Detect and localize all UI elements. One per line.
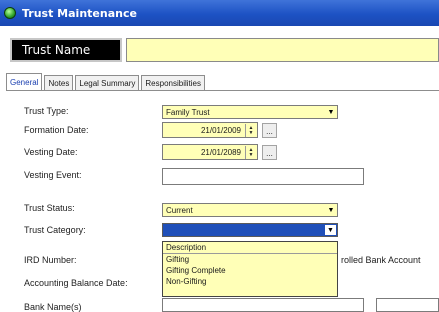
accounting-balance-date-label: Accounting Balance Date: bbox=[24, 278, 128, 288]
vesting-date-spinner[interactable]: ▲ ▼ bbox=[245, 146, 256, 159]
trust-type-select[interactable]: Family Trust ▼ bbox=[162, 105, 338, 119]
chevron-down-icon[interactable]: ▼ bbox=[325, 225, 336, 235]
tab-notes[interactable]: Notes bbox=[44, 75, 74, 90]
trust-status-label: Trust Status: bbox=[24, 203, 75, 213]
tab-responsibilities[interactable]: Responsibilities bbox=[141, 75, 205, 90]
vesting-date-label: Vesting Date: bbox=[24, 147, 78, 157]
formation-date-value: 21/01/2009 bbox=[200, 125, 241, 135]
trust-name-input[interactable] bbox=[126, 38, 439, 62]
tab-general[interactable]: General bbox=[6, 73, 43, 90]
trust-category-dropdown: Description Gifting Gifting Complete Non… bbox=[162, 241, 338, 297]
dropdown-option[interactable]: Non-Gifting bbox=[163, 276, 337, 287]
formation-date-picker-button[interactable]: ... bbox=[262, 123, 277, 138]
bank-names-input[interactable] bbox=[162, 298, 364, 312]
window-title: Trust Maintenance bbox=[22, 6, 137, 20]
ird-number-label: IRD Number: bbox=[24, 255, 77, 265]
formation-date-label: Formation Date: bbox=[24, 125, 89, 135]
trust-status-value: Current bbox=[166, 205, 193, 215]
spin-down-icon[interactable]: ▼ bbox=[249, 130, 254, 136]
controlled-bank-account-label: rolled Bank Account bbox=[341, 255, 421, 265]
trust-app-icon bbox=[4, 7, 16, 19]
dropdown-option[interactable]: Gifting Complete bbox=[163, 265, 337, 276]
trust-type-label: Trust Type: bbox=[24, 106, 69, 116]
formation-date-field[interactable]: 21/01/2009 ▲ ▼ bbox=[162, 122, 258, 138]
spin-down-icon[interactable]: ▼ bbox=[249, 152, 254, 158]
vesting-date-picker-button[interactable]: ... bbox=[262, 145, 277, 160]
tab-legal-summary[interactable]: Legal Summary bbox=[75, 75, 140, 90]
bank-names-secondary-input[interactable] bbox=[376, 298, 439, 312]
vesting-date-value: 21/01/2089 bbox=[200, 147, 241, 157]
chevron-down-icon[interactable]: ▼ bbox=[325, 204, 337, 216]
formation-date-spinner[interactable]: ▲ ▼ bbox=[245, 124, 256, 137]
trust-category-label: Trust Category: bbox=[24, 225, 86, 235]
tab-divider bbox=[6, 90, 439, 91]
dropdown-option[interactable]: Description bbox=[163, 242, 337, 254]
vesting-event-label: Vesting Event: bbox=[24, 170, 82, 180]
vesting-date-field[interactable]: 21/01/2089 ▲ ▼ bbox=[162, 144, 258, 160]
vesting-event-input[interactable] bbox=[162, 168, 364, 185]
trust-name-label: Trust Name bbox=[10, 38, 122, 62]
trust-category-select[interactable]: ▼ bbox=[162, 223, 338, 237]
trust-name-row: Trust Name bbox=[10, 38, 439, 62]
trust-type-value: Family Trust bbox=[166, 107, 210, 117]
tab-strip: General Notes Legal Summary Responsibili… bbox=[6, 73, 207, 90]
window-titlebar: Trust Maintenance bbox=[0, 0, 439, 26]
trust-status-select[interactable]: Current ▼ bbox=[162, 203, 338, 217]
chevron-down-icon[interactable]: ▼ bbox=[325, 106, 337, 118]
dropdown-option[interactable]: Gifting bbox=[163, 254, 337, 265]
